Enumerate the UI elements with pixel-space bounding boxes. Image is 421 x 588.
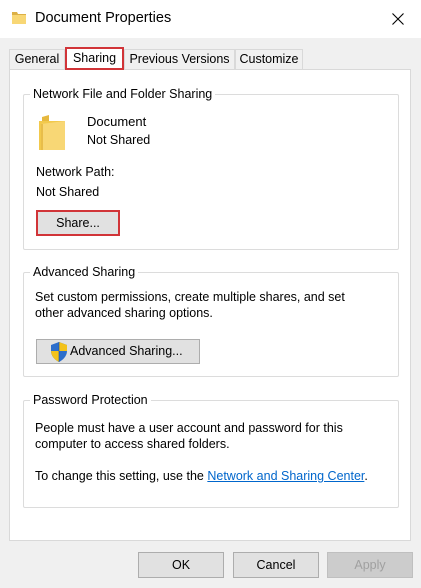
title-bar: Document Properties [0, 0, 421, 38]
advanced-sharing-description-2: other advanced sharing options. [35, 306, 213, 320]
tab-previous-versions[interactable]: Previous Versions [124, 49, 235, 70]
advanced-sharing-button[interactable]: Advanced Sharing... [36, 339, 200, 364]
network-sharing-center-link[interactable]: Network and Sharing Center [207, 469, 364, 483]
tab-customize[interactable]: Customize [235, 49, 303, 70]
advanced-sharing-button-label: Advanced Sharing... [70, 344, 183, 358]
network-path-label: Network Path: [36, 165, 115, 179]
cancel-button[interactable]: Cancel [233, 552, 319, 578]
change-setting-prefix: To change this setting, use the [35, 469, 208, 483]
apply-button[interactable]: Apply [327, 552, 413, 578]
password-protection-text-2: computer to access shared folders. [35, 437, 230, 451]
password-protection-text-3: To change this setting, use the Network … [35, 468, 368, 484]
advanced-sharing-group-title: Advanced Sharing [30, 264, 139, 280]
tab-general[interactable]: General [9, 49, 65, 70]
password-protection-group-title: Password Protection [30, 392, 151, 408]
advanced-sharing-description-1: Set custom permissions, create multiple … [35, 290, 345, 304]
password-protection-text-1: People must have a user account and pass… [35, 421, 343, 435]
network-path-value: Not Shared [36, 185, 100, 199]
close-button[interactable] [375, 0, 421, 38]
share-button[interactable]: Share... [36, 210, 120, 236]
ok-button[interactable]: OK [138, 552, 224, 578]
password-protection-group: Password Protection [23, 392, 399, 508]
network-sharing-group-title: Network File and Folder Sharing [30, 86, 216, 102]
shared-item-name: Document [87, 114, 147, 129]
change-setting-suffix: . [364, 469, 368, 483]
folder-icon [12, 12, 26, 24]
tab-sharing[interactable]: Sharing [65, 47, 124, 70]
shared-item-status: Not Shared [87, 133, 151, 147]
close-icon [392, 13, 404, 25]
uac-shield-icon [51, 342, 67, 362]
window-title: Document Properties [35, 10, 172, 26]
folder-icon [39, 115, 65, 150]
